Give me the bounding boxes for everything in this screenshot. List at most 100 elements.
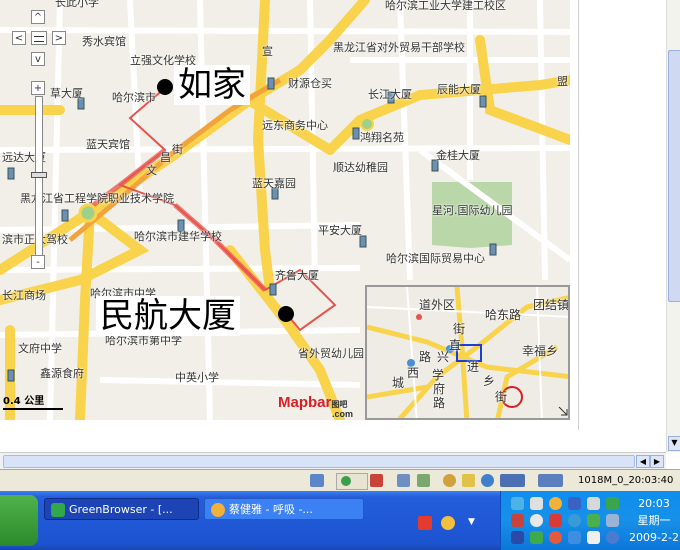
overview-label: 哈东路: [485, 308, 522, 322]
vertical-scrollbar[interactable]: ▼: [666, 0, 680, 452]
map-label: 鸿翔名苑: [360, 131, 404, 144]
sync-icon[interactable]: [568, 531, 581, 544]
zoom-in-button[interactable]: +: [31, 81, 45, 95]
map-label: 哈尔滨市第中学: [105, 334, 182, 347]
security-icon[interactable]: [511, 514, 524, 527]
map-label: 文府中学: [18, 342, 62, 355]
greenbrowser-tray-icon[interactable]: [606, 497, 619, 510]
wifi-icon[interactable]: [530, 497, 543, 510]
download-icon[interactable]: [310, 474, 324, 487]
network-icon[interactable]: [511, 497, 524, 510]
mapbar-logo-text: Mapbar: [278, 394, 332, 411]
hscroll-thumb[interactable]: [3, 455, 635, 468]
map-label: 长此小学: [55, 0, 99, 9]
zoom-dropdown[interactable]: [538, 474, 563, 487]
map-label: 文: [146, 164, 157, 177]
clock-icon[interactable]: [530, 514, 543, 527]
scroll-thumb[interactable]: [668, 50, 680, 302]
zoom-slider-handle[interactable]: [31, 172, 47, 178]
speaker-icon[interactable]: [587, 531, 600, 544]
scroll-left-button[interactable]: ◀: [636, 455, 650, 468]
monitor-icon[interactable]: [587, 497, 600, 510]
horizontal-scrollbar[interactable]: ◀ ▶: [0, 452, 666, 469]
map-label: 齐鲁大厦: [275, 269, 319, 282]
map-scale: 0.4 公里: [3, 396, 63, 410]
chevron-down-icon: ▼: [671, 438, 678, 447]
zoom-out-button[interactable]: -: [31, 255, 45, 269]
tool-icon[interactable]: [511, 531, 524, 544]
h-icon[interactable]: [568, 497, 581, 510]
map-label: 平安大厦: [318, 224, 362, 237]
map-label: 顺达幼稚园: [333, 161, 388, 174]
map-label: 哈尔滨工业大学建工校区: [385, 0, 506, 12]
map-label: 辰能大厦: [437, 83, 481, 96]
right-pane: [570, 0, 666, 452]
drive-icon[interactable]: [606, 514, 619, 527]
layout-dropdown[interactable]: [500, 474, 525, 487]
overview-label: 街: [453, 322, 466, 336]
task-label: GreenBrowser - [...: [69, 503, 173, 516]
msn-icon[interactable]: [587, 514, 600, 527]
scroll-right-button[interactable]: ▶: [650, 455, 664, 468]
ie-icon[interactable]: [481, 474, 494, 487]
clock-time: 20:03: [638, 497, 670, 510]
map-canvas[interactable]: 长此小学 哈尔滨工业大学建工校区 秀水宾馆 立强文化学校 黑龙江省对外贸易干部学…: [0, 0, 570, 420]
chrome-icon[interactable]: [549, 531, 562, 544]
map-label: 哈尔滨市: [112, 91, 156, 104]
map-label: 金桂大厦: [436, 149, 480, 162]
overview-label: 府: [433, 382, 446, 396]
start-button[interactable]: [0, 495, 38, 546]
pan-up-button[interactable]: ^: [31, 10, 45, 24]
sogou-icon[interactable]: [418, 516, 432, 530]
map-label: 星河.国际幼儿园: [432, 204, 513, 217]
swirl-icon[interactable]: [568, 514, 581, 527]
task-music[interactable]: 蔡健雅 - 呼吸 -...: [204, 498, 364, 520]
pan-center-button[interactable]: [31, 31, 47, 45]
music-player-icon: [211, 503, 225, 517]
overview-label: 兴: [437, 350, 450, 364]
status-bar: 1018M_0_20:03:40: [0, 469, 680, 492]
callout-end: 民航大厦: [96, 296, 240, 336]
ime-icon[interactable]: [441, 516, 455, 530]
pan-down-button[interactable]: v: [31, 52, 45, 66]
check-icon[interactable]: [462, 474, 475, 487]
overview-label: 直: [449, 338, 462, 352]
callout-start: 如家: [174, 65, 250, 105]
overview-label: 西: [407, 366, 420, 380]
overview-label: 城: [392, 376, 405, 390]
globe-icon[interactable]: [443, 474, 456, 487]
page-icon[interactable]: [397, 474, 410, 487]
proxy-toggle[interactable]: [336, 473, 368, 490]
map-label: 盟: [557, 75, 568, 88]
block-icon[interactable]: [370, 474, 383, 487]
clock[interactable]: 20:03 星期一 2009-2-2: [629, 495, 679, 546]
pan-right-button[interactable]: >: [52, 31, 66, 45]
map-label: 中英小学: [175, 371, 219, 384]
overview-map[interactable]: 道外区 团结镇 街 哈东路 直 路 兴 幸福乡 城 西 学 进 乡 府 路 街: [365, 285, 570, 420]
overview-label: 路: [419, 350, 432, 364]
update-icon[interactable]: [606, 531, 619, 544]
map-label: 财源仓买: [288, 77, 332, 90]
pan-left-button[interactable]: <: [12, 31, 26, 45]
end-marker: [278, 306, 294, 322]
overview-label: 幸福乡: [522, 344, 559, 358]
refresh-icon[interactable]: [417, 474, 430, 487]
k-icon[interactable]: [549, 514, 562, 527]
task-greenbrowser[interactable]: GreenBrowser - [...: [44, 498, 199, 520]
expand-tray-icon[interactable]: ▼: [468, 517, 475, 527]
center-icon: [34, 36, 44, 42]
map-label: 黑龙江省工程学院职业技术学院: [20, 192, 174, 205]
overview-label: 进: [467, 360, 480, 374]
zoom-slider[interactable]: [31, 96, 47, 256]
overview-label: 乡: [483, 374, 496, 388]
start-marker: [157, 79, 173, 95]
qq-icon[interactable]: [549, 497, 562, 510]
chevron-right-icon: ▶: [653, 457, 661, 466]
shield-icon[interactable]: [530, 531, 543, 544]
greenbrowser-icon: [51, 503, 65, 517]
map-label: 蓝天嘉园: [252, 177, 296, 190]
chevron-left-icon: ◀: [639, 457, 647, 466]
overview-label: 路: [433, 396, 446, 410]
scroll-down-button[interactable]: ▼: [668, 436, 680, 451]
task-label: 蔡健雅 - 呼吸 -...: [229, 503, 313, 516]
